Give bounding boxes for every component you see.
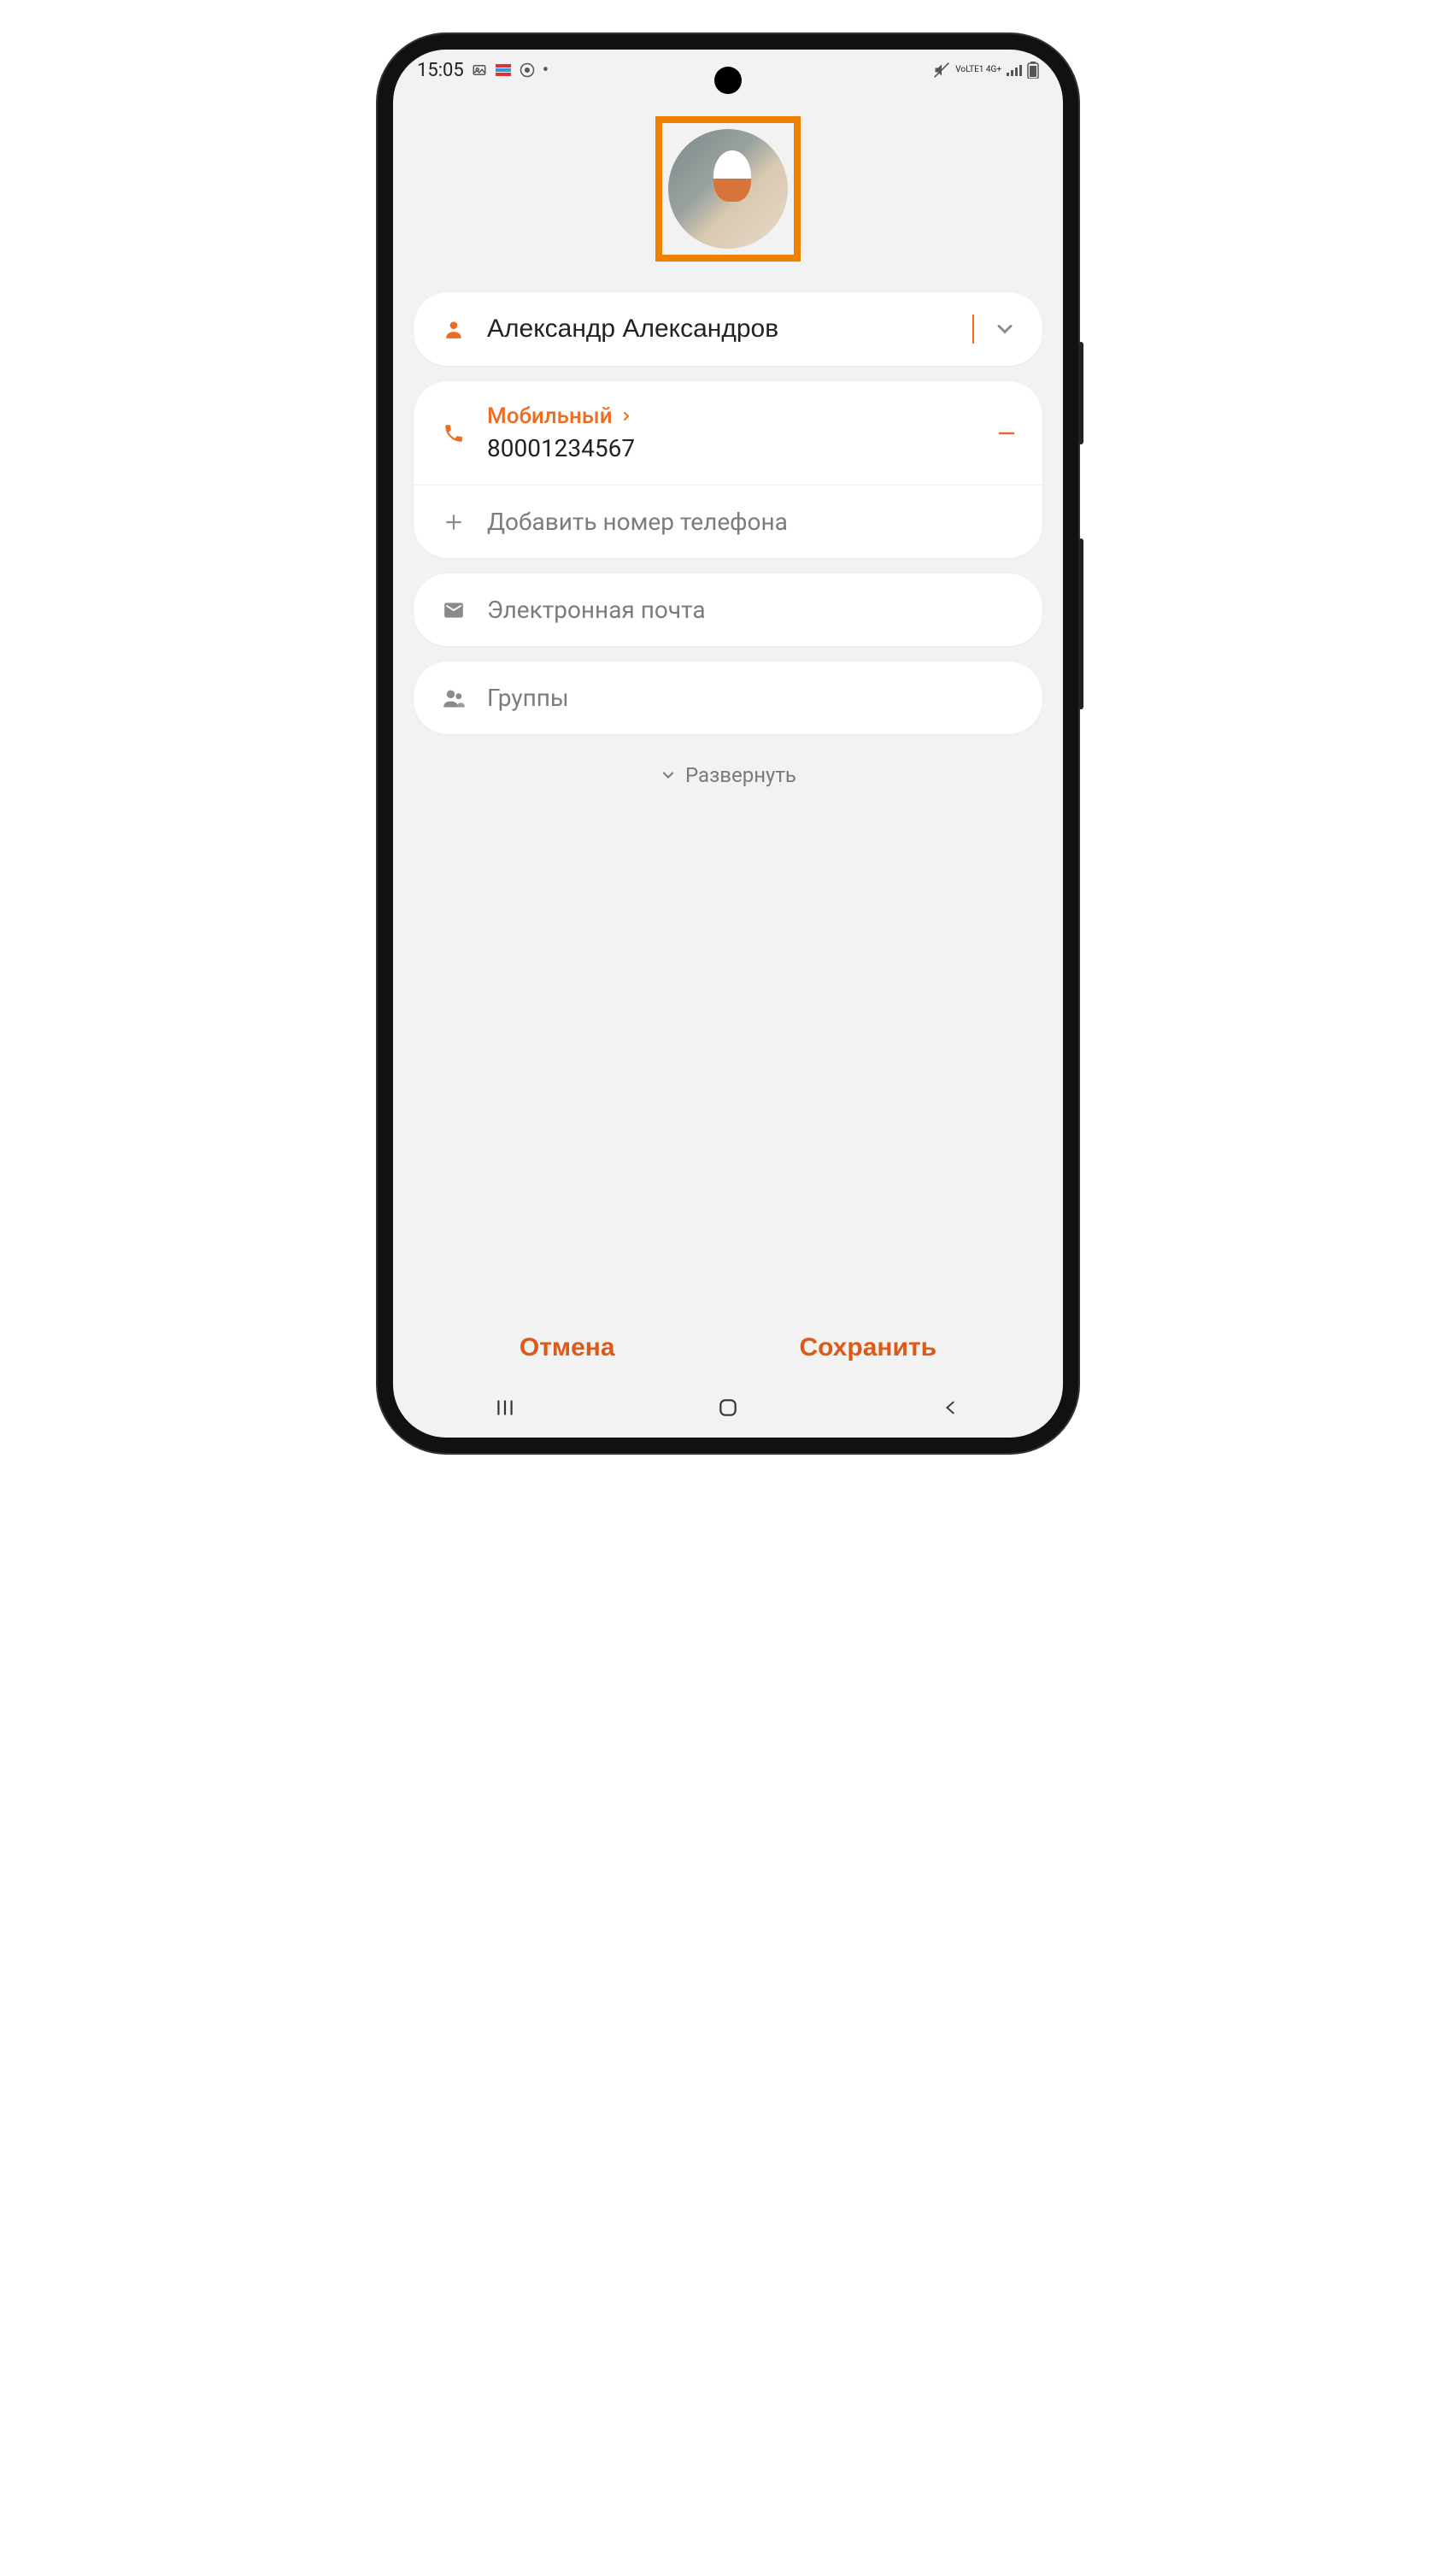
chevron-right-icon [619,409,633,423]
groups-row[interactable]: Группы [414,662,1042,734]
more-dot: • [543,60,549,81]
name-input[interactable] [487,315,974,344]
status-right: VoLTE1 4G+ [933,62,1039,79]
network-label: VoLTE1 4G+ [955,66,1001,74]
mute-icon [933,62,950,79]
cancel-button[interactable]: Отмена [520,1333,615,1362]
phone-card: Мобильный 80001234567 Доб [414,381,1042,558]
screen: 15:05 • VoLTE1 4G+ [393,50,1063,1438]
side-button [1078,342,1083,444]
person-icon [439,318,468,340]
camera-notch [714,67,742,94]
group-icon [439,686,468,710]
form-cards: Мобильный 80001234567 Доб [393,292,1063,734]
phone-icon [439,422,468,444]
plus-icon [439,511,468,533]
add-phone-label: Добавить номер телефона [487,508,788,536]
name-row[interactable] [414,292,1042,366]
expand-label: Развернуть [685,763,796,787]
remove-phone-button[interactable] [996,423,1017,444]
image-icon [471,62,488,79]
phone-frame: 15:05 • VoLTE1 4G+ [378,34,1078,1453]
chevron-down-icon [660,767,677,784]
expand-button[interactable]: Развернуть [393,734,1063,816]
phone-number[interactable]: 80001234567 [487,434,978,462]
phone-body: Мобильный 80001234567 [487,403,978,462]
chrome-icon [519,62,536,79]
phone-row[interactable]: Мобильный 80001234567 [414,381,1042,485]
name-card [414,292,1042,366]
nav-back-button[interactable] [934,1391,968,1425]
side-button [1078,538,1083,709]
save-button[interactable]: Сохранить [799,1333,936,1362]
nav-home-button[interactable] [711,1391,745,1425]
groups-label: Группы [487,684,569,712]
bottom-actions: Отмена Сохранить [393,1311,1063,1378]
clock: 15:05 [417,60,464,81]
phone-type-label: Мобильный [487,403,613,429]
add-phone-row[interactable]: Добавить номер телефона [414,485,1042,558]
navigation-bar [393,1378,1063,1438]
spacer [393,816,1063,1311]
phone-type-selector[interactable]: Мобильный [487,403,978,429]
status-left: 15:05 • [417,60,549,81]
avatar-section [393,91,1063,292]
email-row[interactable]: Электронная почта [414,573,1042,646]
content-area: Мобильный 80001234567 Доб [393,91,1063,1438]
contact-avatar[interactable] [668,129,788,249]
app-icon [495,62,512,79]
battery-icon [1027,62,1039,79]
email-card: Электронная почта [414,573,1042,646]
signal-icon [1007,64,1022,76]
expand-name-button[interactable] [993,317,1017,341]
avatar-highlight [655,116,801,262]
email-icon [439,599,468,621]
groups-card: Группы [414,662,1042,734]
nav-recents-button[interactable] [488,1391,522,1425]
email-placeholder: Электронная почта [487,596,706,624]
